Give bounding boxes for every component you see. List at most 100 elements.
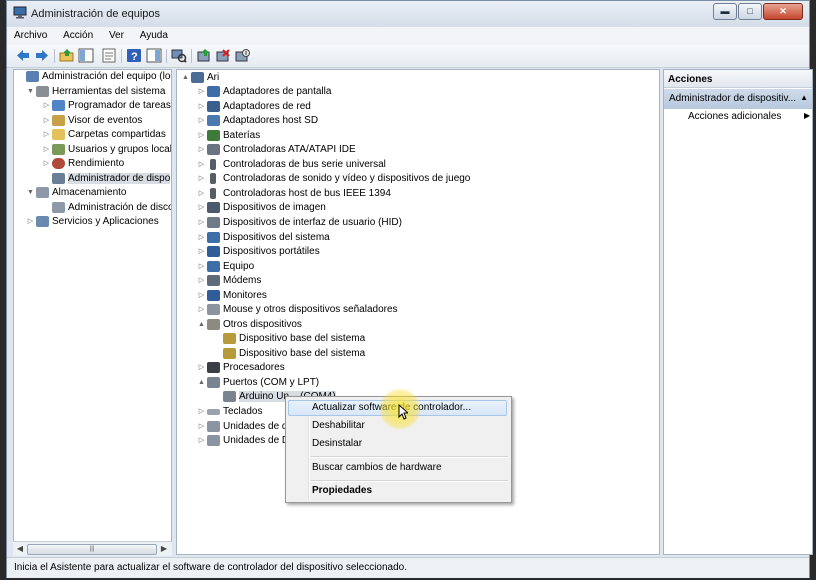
menu-separator [311, 480, 508, 482]
device-category[interactable]: ▷ Teclados [197, 405, 263, 419]
up-folder-icon[interactable] [59, 48, 75, 63]
tools-icon [36, 86, 49, 97]
menu-item-scan-hardware[interactable]: Buscar cambios de hardware [312, 462, 442, 473]
device-category[interactable]: ▷ Dispositivos del sistema [197, 231, 330, 245]
update-driver-icon[interactable] [196, 48, 212, 63]
tree-item-shared-folders[interactable]: ▷ Carpetas compartidas [42, 128, 166, 142]
warning-device-icon [223, 333, 236, 344]
device-manager-icon [52, 173, 65, 184]
expand-arrow-icon[interactable]: ▷ [42, 157, 51, 171]
scrollbar-thumb[interactable]: ||| [27, 544, 157, 555]
users-icon [52, 144, 65, 155]
expand-arrow-icon[interactable]: ▷ [42, 114, 51, 128]
other-devices-icon [207, 319, 220, 330]
device-category[interactable]: ▷ Dispositivos portátiles [197, 245, 320, 259]
ide-controller-icon [207, 144, 220, 155]
camera-icon [207, 202, 220, 213]
expand-arrow-icon[interactable]: ▷ [26, 215, 35, 229]
device-category[interactable]: ▷ Dispositivos de interfaz de usuario (HI… [197, 216, 402, 230]
uninstall-icon[interactable] [215, 48, 231, 63]
computer-icon [207, 261, 220, 272]
dvd-drive-icon [207, 435, 220, 446]
scroll-right-icon[interactable]: ▶ [159, 544, 169, 554]
collapse-caret-icon[interactable]: ▲ [800, 93, 808, 102]
device-category[interactable]: ▷ Unidades de DV [197, 434, 296, 448]
computer-icon [191, 72, 204, 83]
device-category[interactable]: ▷ Baterías [197, 129, 260, 143]
close-button[interactable]: ✕ [763, 3, 803, 20]
device-category[interactable]: ▲ Otros dispositivos [197, 318, 302, 332]
submenu-arrow-icon: ▶ [804, 111, 811, 120]
tree-item-performance[interactable]: ▷ Rendimiento [42, 157, 124, 171]
device-category[interactable]: ▷ Módems [197, 274, 261, 288]
device-category[interactable]: ▷ Dispositivos de imagen [197, 201, 326, 215]
display-adapter-icon [207, 86, 220, 97]
scroll-left-icon[interactable]: ◀ [15, 544, 25, 554]
tree-item-storage[interactable]: ▼ Almacenamiento [26, 186, 126, 200]
monitor-icon [207, 290, 220, 301]
battery-icon [207, 130, 220, 141]
menu-accion[interactable]: Acción [56, 27, 99, 41]
device-category[interactable]: ▷ Adaptadores host SD [197, 114, 318, 128]
device-category[interactable]: ▷ Adaptadores de pantalla [197, 85, 331, 99]
svg-text:?: ? [131, 51, 138, 63]
status-bar: Inicia el Asistente para actualizar el s… [7, 557, 809, 578]
show-hide-tree-icon[interactable] [78, 48, 94, 63]
device-category[interactable]: ▷ Procesadores [197, 361, 285, 375]
menu-archivo[interactable]: Archivo [7, 27, 53, 41]
device-item-unknown[interactable]: Dispositivo base del sistema [213, 347, 365, 361]
menu-item-uninstall[interactable]: Desinstalar [312, 438, 362, 449]
collapse-arrow-icon[interactable]: ▼ [26, 186, 35, 200]
device-category[interactable]: ▷ Controladoras host de bus IEEE 1394 [197, 187, 391, 201]
actions-section-device-manager[interactable]: Administrador de dispositiv... ▲ [664, 89, 812, 109]
help-icon[interactable]: ? [126, 48, 142, 63]
back-icon[interactable] [15, 48, 31, 63]
device-category[interactable]: ▷ Unidades de di [197, 420, 290, 434]
device-category[interactable]: ▷ Adaptadores de red [197, 100, 311, 114]
expand-arrow-icon[interactable]: ▷ [42, 99, 51, 113]
tree-item-disk-management[interactable]: Administración de disco [42, 201, 171, 215]
scan-hardware-icon[interactable] [171, 48, 187, 63]
menu-item-properties[interactable]: Propiedades [312, 485, 372, 496]
title-bar[interactable]: Administración de equipos ▬ □ ✕ [7, 1, 809, 27]
tree-item-task-scheduler[interactable]: ▷ Programador de tareas [42, 99, 171, 113]
minimize-button[interactable]: ▬ [713, 3, 737, 20]
modem-icon [207, 275, 220, 286]
device-category[interactable]: ▷ Controladoras de sonido y vídeo y dispo… [197, 172, 470, 186]
device-category[interactable]: ▷ Controladoras de bus serie universal [197, 158, 386, 172]
menu-ayuda[interactable]: Ayuda [133, 27, 174, 41]
device-root[interactable]: ▲ Ari [181, 71, 219, 85]
status-text: Inicia el Asistente para actualizar el s… [14, 562, 407, 573]
expand-arrow-icon[interactable]: ▷ [42, 128, 51, 142]
tree-item-device-manager[interactable]: Administrador de dispo [42, 172, 171, 186]
portable-device-icon [207, 246, 220, 257]
device-category[interactable]: ▷ Mouse y otros dispositivos señaladores [197, 303, 398, 317]
tree-item-system-tools[interactable]: ▼ Herramientas del sistema [26, 85, 165, 99]
collapse-arrow-icon[interactable]: ▼ [26, 85, 35, 99]
forward-icon[interactable] [34, 48, 50, 63]
window-title: Administración de equipos [31, 8, 161, 20]
expand-arrow-icon[interactable]: ▷ [42, 143, 51, 157]
actions-header: Acciones [664, 70, 812, 88]
tree-item-event-viewer[interactable]: ▷ Visor de eventos [42, 114, 142, 128]
keyboard-icon [207, 409, 220, 415]
show-action-pane-icon[interactable] [146, 48, 162, 63]
properties-icon[interactable] [101, 48, 117, 63]
ieee1394-icon [210, 188, 216, 199]
shared-folder-icon [52, 129, 65, 140]
menu-ver[interactable]: Ver [102, 27, 130, 41]
device-item-unknown[interactable]: Dispositivo base del sistema [213, 332, 365, 346]
left-pane-scrollbar[interactable]: ◀ ||| ▶ [13, 541, 172, 556]
tree-item-computer-management[interactable]: Administración del equipo (loc [16, 70, 171, 84]
maximize-button[interactable]: □ [738, 3, 762, 20]
port-icon [207, 377, 220, 388]
menu-item-disable[interactable]: Deshabilitar [312, 420, 365, 431]
device-category[interactable]: ▲ Puertos (COM y LPT) [197, 376, 319, 390]
disable-icon[interactable] [234, 48, 250, 63]
more-actions-item[interactable]: Acciones adicionales ▶ [688, 111, 810, 122]
device-category[interactable]: ▷ Controladoras ATA/ATAPI IDE [197, 143, 356, 157]
device-category[interactable]: ▷ Monitores [197, 289, 267, 303]
tree-item-services-apps[interactable]: ▷ Servicios y Aplicaciones [26, 215, 159, 229]
tree-item-users-groups[interactable]: ▷ Usuarios y grupos locale [42, 143, 171, 157]
device-category[interactable]: ▷ Equipo [197, 260, 254, 274]
